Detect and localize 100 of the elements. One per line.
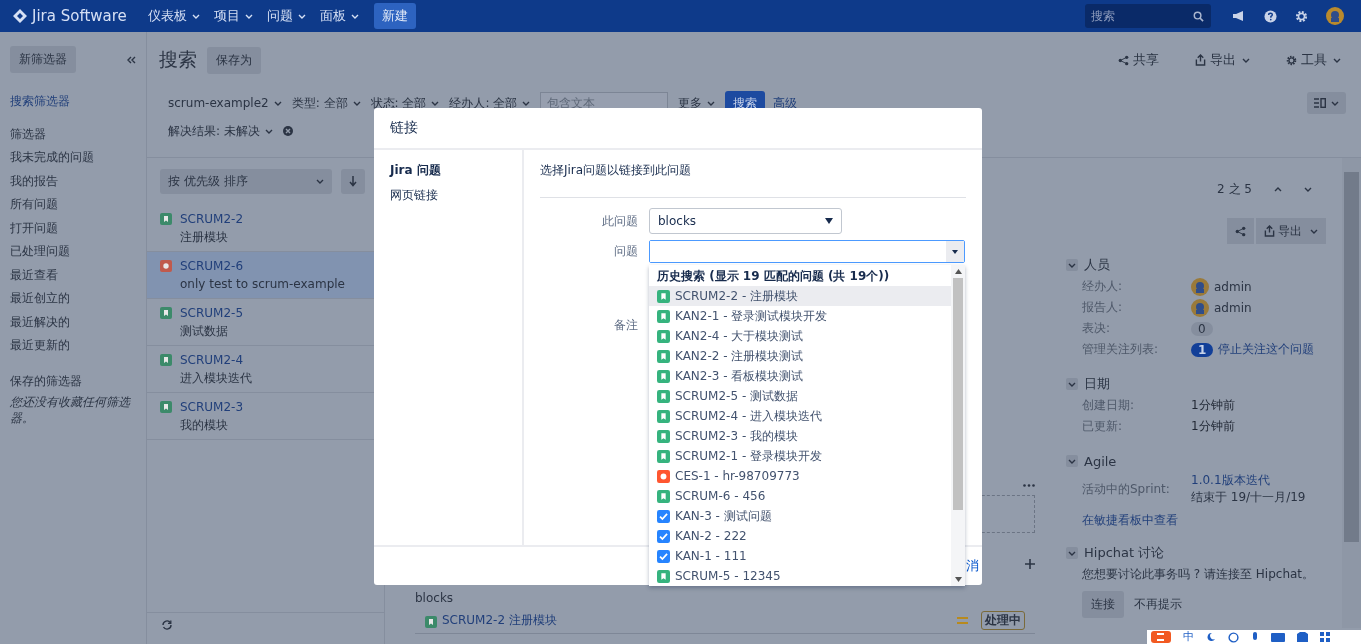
collapse-icon[interactable] <box>127 55 136 64</box>
issue-key-link[interactable]: SCRUM2-6 <box>180 258 345 275</box>
watcher-count-badge[interactable]: 1 <box>1191 342 1214 357</box>
hipchat-button[interactable]: 不再提示 <box>1126 591 1190 618</box>
suggestion-item[interactable]: KAN-1 - 111 <box>649 546 951 566</box>
chevron-down-icon[interactable] <box>1304 186 1312 192</box>
input-method-logo-icon[interactable] <box>1151 631 1171 643</box>
megaphone-icon[interactable] <box>1232 10 1246 22</box>
collapse-toggle-icon[interactable] <box>1066 259 1078 271</box>
view-on-board-link[interactable]: 在敏捷看板中查看 <box>1066 512 1361 529</box>
dialog-nav-item[interactable]: Jira 问题 <box>390 162 522 179</box>
stop-watching-link[interactable]: 停止关注这个问题 <box>1218 341 1315 358</box>
nav-menu[interactable]: 问题 <box>261 3 311 29</box>
product-logo-text[interactable]: Jira Software <box>32 7 127 25</box>
issue-summary: 测试数据 <box>180 323 229 340</box>
issue-key-link[interactable]: SCRUM2-3 <box>180 399 244 416</box>
issue-key-link[interactable]: SCRUM2-2 <box>180 211 244 228</box>
filter-item[interactable]: 已处理问题 <box>10 243 70 267</box>
toolbar-action-button[interactable]: 工具 <box>1280 50 1347 70</box>
create-button[interactable]: 新建 <box>373 3 416 29</box>
sort-direction-button[interactable] <box>341 169 365 194</box>
sprint-link[interactable]: 1.0.1版本迭代 <box>1191 472 1306 489</box>
nav-menu[interactable]: 面板 <box>314 3 364 29</box>
share-button[interactable] <box>1227 218 1254 244</box>
issue-key-link[interactable]: SCRUM2-4 <box>180 352 252 369</box>
collapse-toggle-icon[interactable] <box>1066 378 1078 390</box>
suggestion-item[interactable]: KAN2-3 - 看板模块测试 <box>649 366 951 386</box>
bookmark-icon <box>657 309 670 323</box>
help-icon[interactable] <box>1264 9 1277 23</box>
add-icon[interactable] <box>1025 559 1035 569</box>
bug-icon <box>160 260 172 272</box>
field-value: 1分钟前 <box>1191 397 1235 414</box>
grid-icon[interactable] <box>1320 632 1330 642</box>
suggestion-item[interactable]: KAN2-4 - 大于模块测试 <box>649 326 951 346</box>
save-as-button[interactable]: 保存为 <box>207 46 261 74</box>
moon-icon[interactable] <box>1206 632 1216 642</box>
pager-text: 2 之 5 <box>1217 180 1252 198</box>
export-button[interactable]: 导出 <box>1256 218 1326 244</box>
collapse-toggle-icon[interactable] <box>1066 455 1078 467</box>
issue-key-link[interactable]: SCRUM2-5 <box>180 305 244 322</box>
suggestion-item[interactable]: SCRUM2-5 - 测试数据 <box>649 386 951 406</box>
vote-count-badge[interactable]: 0 <box>1191 321 1213 336</box>
cancel-link[interactable]: 消 <box>966 557 979 575</box>
new-filter-button[interactable]: 新筛选器 <box>10 46 76 73</box>
linked-issue-link[interactable]: SCRUM2-2 注册模块 <box>442 612 557 629</box>
filter-item[interactable]: 我的报告 <box>10 172 58 196</box>
suggestion-item[interactable]: SCRUM-5 - 12345 <box>649 566 951 586</box>
sort-dropdown[interactable]: 按 优先级 排序 <box>160 169 332 194</box>
filter-item[interactable]: 最近查看 <box>10 266 58 290</box>
bug-icon <box>657 469 670 483</box>
suggestion-item[interactable]: SCRUM2-4 - 进入模块迭代 <box>649 406 951 426</box>
layout-switcher-button[interactable] <box>1307 92 1346 114</box>
clear-filter-icon[interactable] <box>282 126 293 136</box>
suggestion-item[interactable]: KAN2-2 - 注册模块测试 <box>649 346 951 366</box>
suggestion-item[interactable]: SCRUM2-2 - 注册模块 <box>649 286 951 306</box>
suggestion-item[interactable]: KAN-3 - 测试问题 <box>649 506 951 526</box>
toolbar-action-button[interactable]: 共享 <box>1112 50 1165 70</box>
suggestion-item[interactable]: CES-1 - hr-98709773 <box>649 466 951 486</box>
filter-dropdown[interactable]: scrum-example2 <box>168 94 282 112</box>
suggestion-item[interactable]: SCRUM2-3 - 我的模块 <box>649 426 951 446</box>
microphone-icon[interactable] <box>1251 631 1259 643</box>
scrollbar[interactable] <box>951 265 965 586</box>
saved-filters-note: 您还没有收藏任何筛选器。 <box>10 393 132 426</box>
share-icon <box>1235 225 1246 237</box>
advanced-search-link[interactable]: 高级 <box>773 94 798 112</box>
hipchat-button[interactable]: 连接 <box>1082 591 1124 618</box>
suggestion-item[interactable]: KAN2-1 - 登录测试模块开发 <box>649 306 951 326</box>
suggestion-item[interactable]: KAN-2 - 222 <box>649 526 951 546</box>
filter-item[interactable]: 我未完成的问题 <box>10 149 94 173</box>
search-field[interactable]: 搜索 <box>1085 4 1211 28</box>
suggestion-item[interactable]: SCRUM2-1 - 登录模块开发 <box>649 446 951 466</box>
logo-icon[interactable] <box>12 8 28 24</box>
dialog-description: 选择Jira问题以链接到此问题 <box>540 162 966 198</box>
resolution-filter-dropdown[interactable]: 解决结果: 未解决 <box>168 120 273 142</box>
refresh-icon[interactable] <box>161 619 173 631</box>
filter-item[interactable]: 所有问题 <box>10 196 58 220</box>
scroll-down-arrow-icon[interactable] <box>954 577 962 582</box>
toolbar-action-button[interactable]: 导出 <box>1189 50 1256 70</box>
bookmark-icon <box>425 615 437 628</box>
link-type-select[interactable]: blocks <box>649 208 842 234</box>
scrollbar[interactable] <box>1342 158 1361 628</box>
filter-item[interactable]: 最近创立的 <box>10 290 70 314</box>
section-heading: Hipchat 讨论 <box>1084 544 1165 562</box>
chevron-up-icon[interactable] <box>1274 186 1282 192</box>
collapse-toggle-icon[interactable] <box>1066 547 1078 559</box>
filter-item[interactable]: 最近更新的 <box>10 337 70 361</box>
more-options-icon[interactable] <box>1023 484 1035 487</box>
search-filters-link[interactable]: 搜索筛选器 <box>10 93 70 110</box>
filter-item[interactable]: 打开问题 <box>10 219 58 243</box>
filter-dropdown[interactable]: 类型: 全部 <box>291 92 361 114</box>
input-mode-label[interactable]: 中 <box>1183 631 1194 643</box>
nav-menu[interactable]: 仪表板 <box>142 3 205 29</box>
settings-icon[interactable] <box>1295 9 1308 23</box>
dialog-nav-item[interactable]: 网页链接 <box>390 187 522 204</box>
dropdown-toggle-button[interactable] <box>946 241 964 262</box>
filter-item[interactable]: 最近解决的 <box>10 313 70 337</box>
scroll-up-arrow-icon[interactable] <box>954 269 962 274</box>
suggestion-item[interactable]: SCRUM-6 - 456 <box>649 486 951 506</box>
avatar-icon[interactable] <box>1326 7 1344 25</box>
nav-menu[interactable]: 项目 <box>208 3 258 29</box>
